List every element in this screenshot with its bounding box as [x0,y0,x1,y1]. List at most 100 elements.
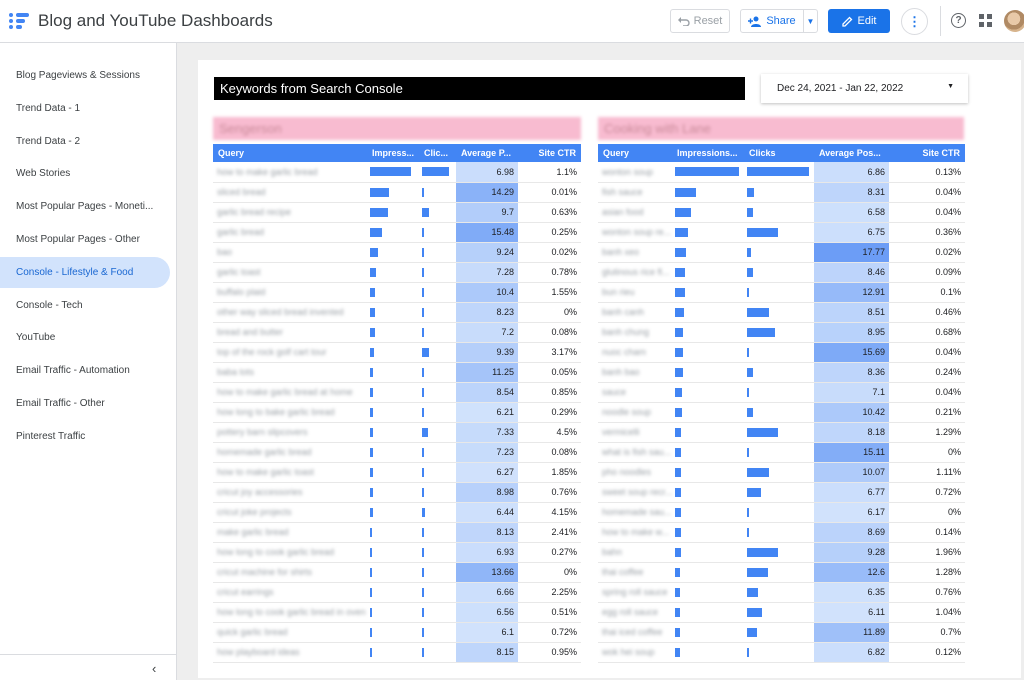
table-row[interactable]: pho noodles 10.07 1.11% [598,462,965,483]
table-row[interactable]: how to make garlic toast 6.27 1.85% [213,462,581,483]
table-row[interactable]: nuoc cham 15.69 0.04% [598,342,965,363]
clicks-cell [744,422,814,443]
impressions-cell [672,562,744,583]
sidebar-item[interactable]: YouTube [0,322,170,353]
query-cell: how to make garlic toast [213,462,367,483]
site-ctr-cell: 0.04% [889,182,965,203]
share-button[interactable]: Share ▼ [740,9,818,33]
table-row[interactable]: how long to bake garlic bread 6.21 0.29% [213,402,581,423]
col-header-avg-position[interactable]: Average P... [456,144,518,162]
table-row[interactable]: fish sauce 8.31 0.04% [598,182,965,203]
impressions-cell [367,162,419,183]
table-row[interactable]: other way sliced bread invented 8.23 0% [213,302,581,323]
table-row[interactable]: thai coffee 12.6 1.28% [598,562,965,583]
table-row[interactable]: how to make w... 8.69 0.14% [598,522,965,543]
sidebar-item[interactable]: Pinterest Traffic [0,421,170,452]
avatar[interactable] [1004,10,1024,32]
table-row[interactable]: wok hei soup 6.82 0.12% [598,642,965,663]
clicks-cell [419,582,456,603]
apps-grid-icon[interactable] [979,14,992,27]
sidebar-item[interactable]: Most Popular Pages - Moneti... [0,191,170,222]
table-row[interactable]: vermicelli 8.18 1.29% [598,422,965,443]
collapse-sidebar-icon[interactable]: ‹ [152,661,156,676]
col-header-query[interactable]: Query [598,144,672,162]
avg-position-cell: 15.11 [814,442,889,463]
table-row[interactable]: how to make garlic bread at home 8.54 0.85… [213,382,581,403]
query-cell: egg roll sauce [598,602,672,623]
impressions-cell [367,322,419,343]
table-row[interactable]: banh xeo 17.77 0.02% [598,242,965,263]
table-row[interactable]: homemade garlic bread 7.23 0.08% [213,442,581,463]
avg-position-cell: 6.17 [814,502,889,523]
share-dropdown-caret-icon[interactable]: ▼ [803,10,817,32]
table-row[interactable]: garlic bread 15.48 0.25% [213,222,581,243]
col-header-query[interactable]: Query [213,144,367,162]
table-row[interactable]: quick garlic bread 6.1 0.72% [213,622,581,643]
table-row[interactable]: how long to cook garlic bread in oven 6.5… [213,602,581,623]
table-row[interactable]: cricut joke projects 6.44 4.15% [213,502,581,523]
col-header-clicks[interactable]: Clicks [744,144,814,162]
table-row[interactable]: sweet soup recr... 6.77 0.72% [598,482,965,503]
table-row[interactable]: cricut machine for shirts 13.66 0% [213,562,581,583]
sidebar-item[interactable]: Email Traffic - Automation [0,355,170,386]
table-row[interactable]: make garlic bread 8.13 2.41% [213,522,581,543]
table-row[interactable]: cricut joy accessories 8.98 0.76% [213,482,581,503]
table-row[interactable]: top of the rock golf cart tour 9.39 3.17% [213,342,581,363]
table-row[interactable]: sauce 7.1 0.04% [598,382,965,403]
sidebar-item[interactable]: Web Stories [0,158,170,189]
date-range-control[interactable]: Dec 24, 2021 - Jan 22, 2022 ▼ [761,74,968,103]
table-row[interactable]: what is fish sau... 15.11 0% [598,442,965,463]
table-row[interactable]: baba tots 11.25 0.05% [213,362,581,383]
table-row[interactable]: how playboard ideas 8.15 0.95% [213,642,581,663]
reset-button[interactable]: Reset [670,9,730,33]
table-row[interactable]: thai iced coffee 11.89 0.7% [598,622,965,643]
table-row[interactable]: how long to cook garlic bread 6.93 0.27% [213,542,581,563]
share-main[interactable]: Share [741,10,803,32]
table-row[interactable]: garlic bread recipe 9.7 0.63% [213,202,581,223]
table-row[interactable]: wonton soup re... 6.75 0.36% [598,222,965,243]
table-row[interactable]: how to make garlic bread 6.98 1.1% [213,162,581,183]
avg-position-cell: 7.1 [814,382,889,403]
table-row[interactable]: banh chung 8.95 0.68% [598,322,965,343]
impressions-bar [675,207,691,217]
col-header-avg-position[interactable]: Average Pos... [814,144,889,162]
table-row[interactable]: wonton soup 6.86 0.13% [598,162,965,183]
impressions-cell [672,502,744,523]
table-row[interactable]: spring roll sauce 6.35 0.76% [598,582,965,603]
col-header-clicks[interactable]: Clic... [419,144,456,162]
sidebar-item[interactable]: Console - Lifestyle & Food [0,256,170,288]
table-row[interactable]: bread and butter 7.2 0.08% [213,322,581,343]
table-row[interactable]: bahn 9.28 1.96% [598,542,965,563]
sidebar-item[interactable]: Trend Data - 2 [0,126,170,157]
table-row[interactable]: egg roll sauce 6.11 1.04% [598,602,965,623]
help-icon[interactable]: ? [951,13,966,28]
table-row[interactable]: bun rieu 12.91 0.1% [598,282,965,303]
col-header-impressions[interactable]: Impress... [367,144,419,162]
col-header-site-ctr[interactable]: Site CTR [889,144,965,162]
clicks-cell [419,642,456,663]
table-row[interactable]: sliced bread 14.29 0.01% [213,182,581,203]
more-options-icon[interactable]: ⋮ [901,8,928,35]
table-row[interactable]: homemade sau... 6.17 0% [598,502,965,523]
table-row[interactable]: glutinous rice fl... 8.46 0.09% [598,262,965,283]
table-row[interactable]: asian food 6.58 0.04% [598,202,965,223]
table-row[interactable]: pottery barn slipcovers 7.33 4.5% [213,422,581,443]
sidebar-item[interactable]: Console - Tech [0,290,170,321]
sidebar-item[interactable]: Most Popular Pages - Other [0,224,170,255]
site-ctr-cell: 0.27% [518,542,581,563]
table-row[interactable]: garlic toast 7.28 0.78% [213,262,581,283]
col-header-site-ctr[interactable]: Site CTR [518,144,581,162]
table-row[interactable]: noodle soup 10.42 0.21% [598,402,965,423]
sidebar-item[interactable]: Email Traffic - Other [0,388,170,419]
table-row[interactable]: banh canh 8.51 0.46% [598,302,965,323]
col-header-impressions[interactable]: Impressions... [672,144,744,162]
table-row[interactable]: bao 9.24 0.02% [213,242,581,263]
sidebar-item[interactable]: Blog Pageviews & Sessions [0,60,170,91]
table-row[interactable]: buffalo plaid 10.4 1.55% [213,282,581,303]
table-row[interactable]: cricut earrings 6.66 2.25% [213,582,581,603]
query-cell: garlic bread [213,222,367,243]
sidebar-item[interactable]: Trend Data - 1 [0,93,170,124]
table-row[interactable]: banh bao 8.36 0.24% [598,362,965,383]
edit-button[interactable]: Edit [828,9,890,33]
clicks-bar [422,607,424,617]
